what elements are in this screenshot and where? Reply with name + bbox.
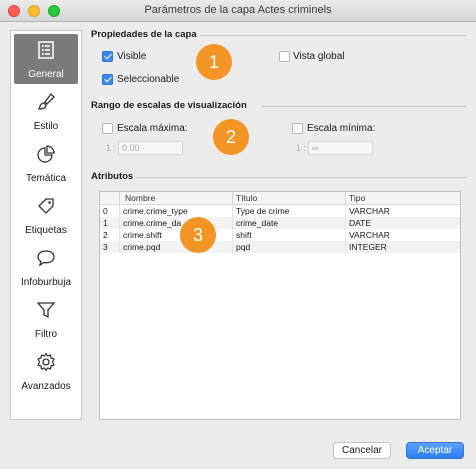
max-scale-checkbox[interactable] xyxy=(102,123,113,134)
min-scale-prefix: 1 : xyxy=(296,143,307,153)
funnel-icon xyxy=(36,302,56,319)
global-view-label: Vista global xyxy=(293,51,345,62)
sidebar-item-general[interactable]: General xyxy=(14,34,78,84)
cell-titulo[interactable]: pqd xyxy=(233,241,346,253)
visible-label: Visible xyxy=(117,51,147,62)
cell-titulo[interactable]: shift xyxy=(233,229,346,241)
sidebar-item-label: Avanzados xyxy=(21,381,71,392)
sidebar-item-label: Infoburbuja xyxy=(20,277,72,288)
min-scale-label: Escala mínima: xyxy=(307,123,376,134)
sidebar-item-etiquetas[interactable]: Etiquetas xyxy=(14,190,78,240)
column-header-index[interactable] xyxy=(100,192,120,205)
cell-titulo[interactable]: Type de crime xyxy=(233,205,346,217)
table-row[interactable]: 3 crime.pqd pqd INTEGER xyxy=(100,241,460,253)
max-scale-input[interactable]: 0.00 xyxy=(118,141,183,155)
min-scale-input[interactable]: ∞ xyxy=(308,141,373,155)
section-divider xyxy=(200,35,466,36)
scale-range-section-title: Rango de escalas de visualización xyxy=(91,100,247,111)
pie-chart-icon xyxy=(37,145,55,163)
callout-badge-1: 1 xyxy=(196,44,232,80)
visible-checkbox[interactable] xyxy=(102,51,113,62)
sidebar-item-estilo[interactable]: Estilo xyxy=(14,86,78,136)
tag-icon xyxy=(38,198,54,214)
sidebar-item-label: Estilo xyxy=(33,121,59,132)
properties-section-title: Propiedades de la capa xyxy=(91,29,197,40)
column-header-tipo[interactable]: Tipo xyxy=(346,192,460,205)
sidebar-item-avanzados[interactable]: Avanzados xyxy=(14,346,78,396)
min-scale-checkbox[interactable] xyxy=(292,123,303,134)
accept-button[interactable]: Aceptar xyxy=(406,442,464,459)
section-divider xyxy=(135,177,466,178)
selectable-checkbox[interactable] xyxy=(102,74,113,85)
cell-nombre[interactable]: crime.crime_da xyxy=(120,217,233,229)
attributes-section-title: Atributos xyxy=(91,171,134,182)
column-header-titulo[interactable]: Título xyxy=(233,192,346,205)
title-bar: Parámetros de la capa Actes criminels xyxy=(0,0,476,22)
sidebar-item-label: Temática xyxy=(25,173,66,184)
cell-nombre[interactable]: crime.crime_type xyxy=(120,205,233,217)
sidebar: General Estilo Temática Etiquetas Infobu… xyxy=(10,30,82,420)
sidebar-item-label: Filtro xyxy=(34,329,58,340)
gear-icon xyxy=(37,352,55,372)
cell-tipo: VARCHAR xyxy=(349,206,390,216)
global-view-checkbox[interactable] xyxy=(279,51,290,62)
row-index: 1 xyxy=(100,217,120,229)
max-scale-prefix: 1 : xyxy=(106,143,117,153)
speech-bubble-icon xyxy=(37,250,55,267)
callout-badge-3: 3 xyxy=(180,217,216,253)
max-scale-label: Escala máxima: xyxy=(117,123,188,134)
row-index: 3 xyxy=(100,241,120,253)
section-divider xyxy=(262,106,466,107)
sidebar-item-filtro[interactable]: Filtro xyxy=(14,294,78,344)
sidebar-item-label: Etiquetas xyxy=(25,225,67,236)
sidebar-item-label: General xyxy=(28,69,64,80)
cell-tipo: VARCHAR xyxy=(349,230,390,240)
table-row[interactable]: 0 crime.crime_type Type de crime VARCHAR xyxy=(100,205,460,217)
sidebar-item-tematica[interactable]: Temática xyxy=(14,138,78,188)
cell-tipo: INTEGER xyxy=(349,242,387,252)
cell-titulo[interactable]: crime_date xyxy=(233,217,346,229)
row-index: 0 xyxy=(100,205,120,217)
column-header-nombre[interactable]: Nombre xyxy=(120,192,233,205)
selectable-label: Seleccionable xyxy=(117,74,180,85)
table-row[interactable]: 1 crime.crime_da crime_date DATE xyxy=(100,217,460,229)
cell-nombre[interactable]: crime.shift xyxy=(120,229,233,241)
paintbrush-icon xyxy=(38,93,55,110)
general-icon xyxy=(38,41,54,59)
cell-nombre[interactable]: crime.pqd xyxy=(120,241,233,253)
cell-tipo: DATE xyxy=(349,218,372,228)
sidebar-item-infoburbuja[interactable]: Infoburbuja xyxy=(14,242,78,292)
window-title: Parámetros de la capa Actes criminels xyxy=(144,4,332,16)
row-index: 2 xyxy=(100,229,120,241)
table-row[interactable]: 2 crime.shift shift VARCHAR xyxy=(100,229,460,241)
callout-badge-2: 2 xyxy=(213,119,249,155)
cancel-button[interactable]: Cancelar xyxy=(333,442,391,459)
attributes-table[interactable]: Nombre Título Tipo 0 crime.crime_type Ty… xyxy=(99,191,461,420)
